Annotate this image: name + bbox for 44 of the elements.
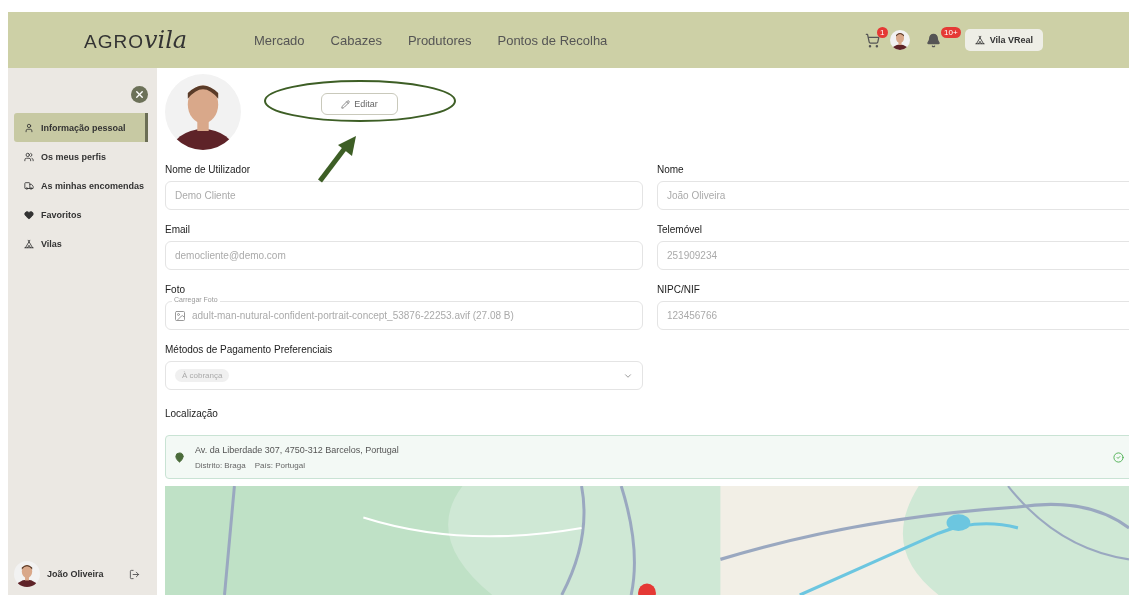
field-label: Localização [165,408,219,419]
user-name: João Oliveira [47,569,105,579]
pin-icon [174,451,185,463]
sidebar-item[interactable]: Informação pessoal [14,113,148,142]
vila-button[interactable]: Vila VReal [964,29,1043,51]
image-icon [174,310,186,322]
field-label: Email [165,224,191,235]
avatar [889,30,910,50]
field-label: Foto [165,284,186,295]
field-label: Nome de Utilizador [165,164,252,175]
close-button[interactable] [131,86,148,103]
arrow [318,136,356,183]
sidebar-item[interactable]: Vilas [14,229,148,258]
chip: À cobrança [175,369,230,382]
edit-button[interactable]: Editar [321,93,398,115]
field-label: NIPC/NIF [657,284,701,295]
nav-link[interactable]: Pontos de Recolha [497,32,608,48]
truck-icon [24,180,34,191]
nav-link[interactable]: Mercado [254,32,305,48]
field-label: Telemóvel [657,224,704,235]
field-label: Métodos de Pagamento Preferenciais [165,344,334,355]
sidebar-item[interactable]: Os meus perfis [14,142,148,171]
field-label: Nome [657,164,685,175]
logout-icon[interactable] [129,568,140,580]
country: País: Portugal [254,460,305,470]
close-icon [134,89,145,100]
tent-icon [974,35,985,45]
logo[interactable]: AGROvila [84,26,254,54]
sidebar-item[interactable]: Favoritos [14,200,148,229]
bell-icon[interactable] [925,32,941,48]
person-icon [24,122,34,133]
pencil-icon [341,99,351,109]
nav-link[interactable]: Produtores [407,32,472,48]
sidebar-item[interactable]: As minhas encomendas [14,171,148,200]
avatar [14,561,40,587]
district: Distrito: Braga [195,460,246,470]
group-icon [24,151,34,162]
nav-link[interactable]: Cabazes [330,32,382,48]
address: Av. da Liberdade 307, 4750-312 Barcelos, Portugal [195,444,400,455]
cart-icon[interactable] [864,32,880,48]
tent-icon [24,238,34,249]
heart-icon [24,209,34,220]
count-badge: 1 [876,26,888,38]
count-badge: 10+ [941,26,961,38]
